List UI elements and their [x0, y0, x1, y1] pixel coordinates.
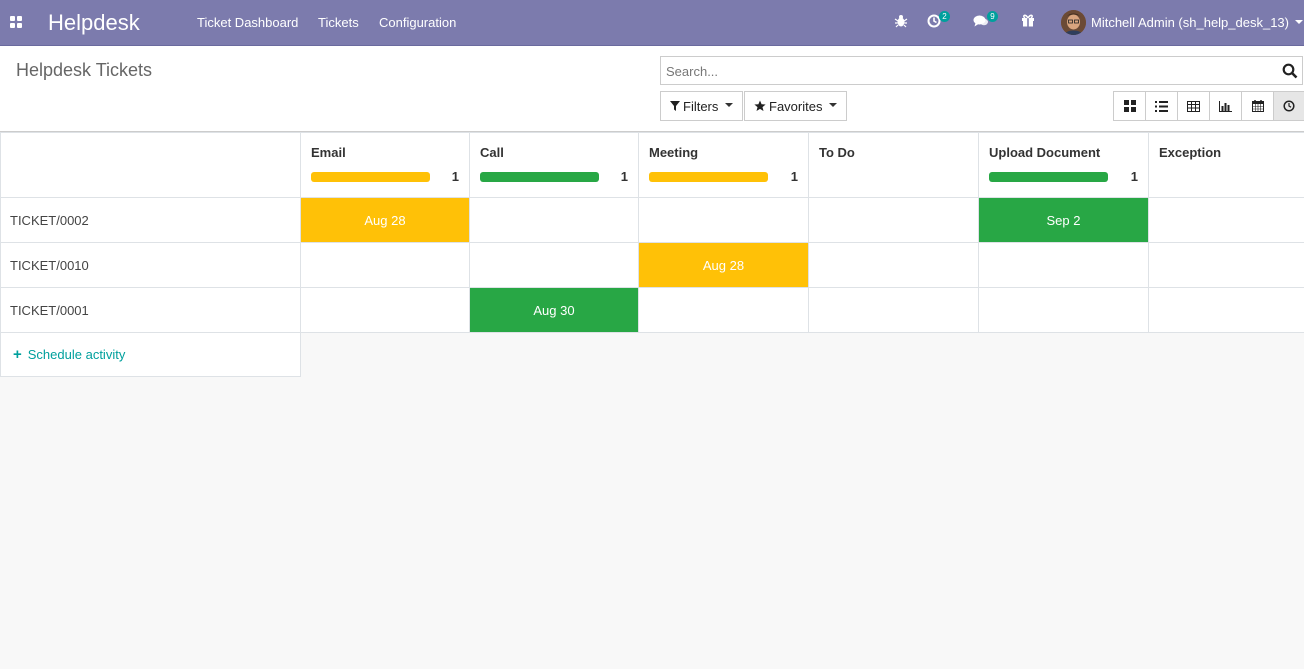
progress-bar [311, 172, 430, 182]
user-menu-name[interactable]: Mitchell Admin (sh_help_desk_13) [1091, 15, 1289, 30]
column-title: Email [311, 145, 346, 160]
bug-icon[interactable] [894, 14, 908, 31]
column-title: Exception [1159, 145, 1222, 160]
empty-activity-cell[interactable] [1148, 197, 1304, 243]
search-icon[interactable] [1282, 63, 1298, 79]
empty-activity-cell[interactable] [300, 242, 470, 288]
menu-configuration[interactable]: Configuration [379, 15, 456, 30]
column-header-meeting[interactable]: Meeting 1 [638, 132, 809, 198]
menu-tickets[interactable]: Tickets [318, 15, 359, 30]
calendar-icon [1251, 100, 1264, 112]
schedule-activity-link[interactable]: + Schedule activity [0, 332, 301, 377]
empty-activity-cell[interactable] [300, 287, 470, 333]
pivot-view-button[interactable] [1178, 92, 1210, 120]
graph-icon [1219, 100, 1232, 112]
activity-header-row: Email 1 Call 1 Meeting 1 To Do Upload Do… [0, 132, 1304, 198]
search-input[interactable] [666, 62, 1266, 80]
empty-activity-cell[interactable] [808, 287, 979, 333]
table-row: TICKET/0001 Aug 30 [0, 287, 1304, 333]
column-header-exception[interactable]: Exception [1148, 132, 1304, 198]
activity-cell[interactable]: Aug 30 [469, 287, 639, 333]
activity-cell[interactable]: Aug 28 [638, 242, 809, 288]
favorites-label: Favorites [769, 98, 823, 114]
column-title: Meeting [649, 145, 699, 160]
search-box [660, 56, 1303, 85]
progress-bar [989, 172, 1108, 182]
record-name[interactable]: TICKET/0002 [0, 197, 301, 243]
activity-badge: 2 [939, 11, 950, 22]
gift-icon[interactable] [1021, 13, 1035, 30]
messages-badge: 9 [987, 11, 998, 22]
empty-activity-cell[interactable] [469, 197, 639, 243]
column-header-todo[interactable]: To Do [808, 132, 979, 198]
empty-footer [300, 332, 1304, 377]
table-row: TICKET/0010 Aug 28 [0, 242, 1304, 288]
record-name[interactable]: TICKET/0010 [0, 242, 301, 288]
messages-icon[interactable]: 9 [973, 11, 998, 31]
column-count: 1 [790, 169, 798, 184]
filter-icon [670, 101, 680, 111]
column-header-call[interactable]: Call 1 [469, 132, 639, 198]
header-corner [0, 132, 301, 198]
empty-activity-cell[interactable] [808, 242, 979, 288]
activity-clock-icon[interactable]: 2 [927, 11, 950, 31]
apps-menu-icon[interactable] [10, 16, 23, 29]
activity-table: Email 1 Call 1 Meeting 1 To Do Upload Do… [0, 132, 1304, 377]
chevron-down-icon [725, 102, 734, 107]
star-icon [754, 100, 766, 111]
list-icon [1155, 100, 1168, 112]
column-count: 1 [620, 169, 628, 184]
column-title: Upload Document [989, 145, 1101, 160]
pivot-icon [1187, 100, 1200, 112]
progress-bar [480, 172, 599, 182]
plus-icon: + [13, 346, 22, 363]
empty-activity-cell[interactable] [1148, 242, 1304, 288]
schedule-row: + Schedule activity [0, 332, 1304, 377]
list-view-button[interactable] [1146, 92, 1178, 120]
column-title: Call [480, 145, 504, 160]
favorites-button[interactable]: Favorites [744, 91, 848, 121]
empty-activity-cell[interactable] [638, 197, 809, 243]
user-caret-icon[interactable] [1295, 20, 1303, 24]
progress-bar [649, 172, 768, 182]
empty-activity-cell[interactable] [978, 242, 1149, 288]
page-title: Helpdesk Tickets [16, 60, 153, 80]
calendar-view-button[interactable] [1242, 92, 1274, 120]
chevron-down-icon [829, 102, 838, 107]
kanban-view-button[interactable] [1114, 92, 1146, 120]
activity-view-button[interactable] [1274, 92, 1304, 120]
activity-icon [1283, 100, 1295, 112]
record-name[interactable]: TICKET/0001 [0, 287, 301, 333]
empty-activity-cell[interactable] [978, 287, 1149, 333]
app-brand[interactable]: Helpdesk [48, 10, 140, 36]
table-row: TICKET/0002 Aug 28 Sep 2 [0, 197, 1304, 243]
top-navbar: Helpdesk Ticket Dashboard Tickets Config… [0, 0, 1304, 46]
graph-view-button[interactable] [1210, 92, 1242, 120]
activity-cell[interactable]: Aug 28 [300, 197, 470, 243]
view-switcher [1113, 91, 1304, 121]
user-avatar[interactable] [1061, 10, 1086, 35]
column-count: 1 [1130, 169, 1138, 184]
filters-label: Filters [683, 98, 719, 114]
empty-activity-cell[interactable] [1148, 287, 1304, 333]
activity-cell[interactable]: Sep 2 [978, 197, 1149, 243]
empty-activity-cell[interactable] [808, 197, 979, 243]
column-header-upload-document[interactable]: Upload Document 1 [978, 132, 1149, 198]
column-header-email[interactable]: Email 1 [300, 132, 470, 198]
kanban-icon [1123, 100, 1136, 112]
control-panel: Helpdesk Tickets Filters Favorites [0, 46, 1304, 132]
menu-ticket-dashboard[interactable]: Ticket Dashboard [197, 15, 298, 30]
column-title: To Do [819, 145, 855, 160]
empty-activity-cell[interactable] [469, 242, 639, 288]
schedule-activity-label: Schedule activity [27, 347, 126, 362]
empty-activity-cell[interactable] [638, 287, 809, 333]
column-count: 1 [451, 169, 459, 184]
filters-button[interactable]: Filters [660, 91, 744, 121]
